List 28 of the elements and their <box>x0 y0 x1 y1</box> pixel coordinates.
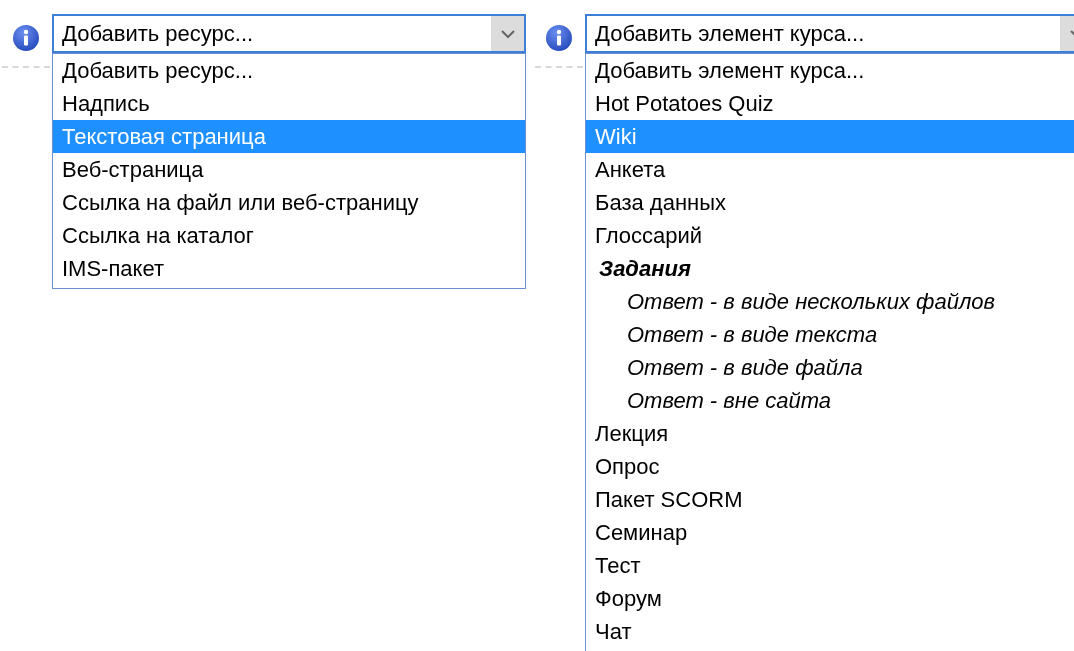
info-icon[interactable] <box>12 24 40 52</box>
dropdown-option[interactable]: Ответ - в виде текста <box>586 318 1074 351</box>
dropdown-option[interactable]: Тест <box>586 549 1074 582</box>
dropdown-option[interactable]: Глоссарий <box>586 219 1074 252</box>
dropdown-option[interactable]: Веб-страница <box>53 153 525 186</box>
dropdown-option[interactable]: Чат <box>586 615 1074 648</box>
chevron-icon <box>491 16 524 51</box>
dropdown-option[interactable]: Ответ - в виде нескольких файлов <box>586 285 1074 318</box>
dropdown-option[interactable]: Ответ - вне сайта <box>586 384 1074 417</box>
dropdown-option[interactable]: Пакет SCORM <box>586 483 1074 516</box>
dropdown-option[interactable]: Ссылка на файл или веб-страницу <box>53 186 525 219</box>
dropdown-option[interactable]: Добавить ресурс... <box>53 54 525 87</box>
dropdown-option[interactable]: Форум <box>586 582 1074 615</box>
dropdown-option[interactable]: Ответ - в виде файла <box>586 351 1074 384</box>
dropdown-option[interactable]: Hot Potatoes Quiz <box>586 87 1074 120</box>
dropdown-option[interactable]: Добавить элемент курса... <box>586 54 1074 87</box>
dropdown-option[interactable]: Анкета <box>586 153 1074 186</box>
dropdown-option[interactable]: Семинар <box>586 516 1074 549</box>
info-icon[interactable] <box>545 24 573 52</box>
dropdown-option[interactable]: База данных <box>586 186 1074 219</box>
dropdown-select[interactable]: Добавить элемент курса... <box>585 14 1074 53</box>
dropdown-option[interactable]: Лекция <box>586 417 1074 450</box>
dropdown-select[interactable]: Добавить ресурс... <box>52 14 526 53</box>
dropdown-option[interactable]: Опрос <box>586 450 1074 483</box>
dropdown-option[interactable]: IMS-пакет <box>53 252 525 285</box>
dropdown-option[interactable]: Ссылка на каталог <box>53 219 525 252</box>
dropdown-option[interactable]: Надпись <box>53 87 525 120</box>
option-group-label: Задания <box>598 255 692 283</box>
